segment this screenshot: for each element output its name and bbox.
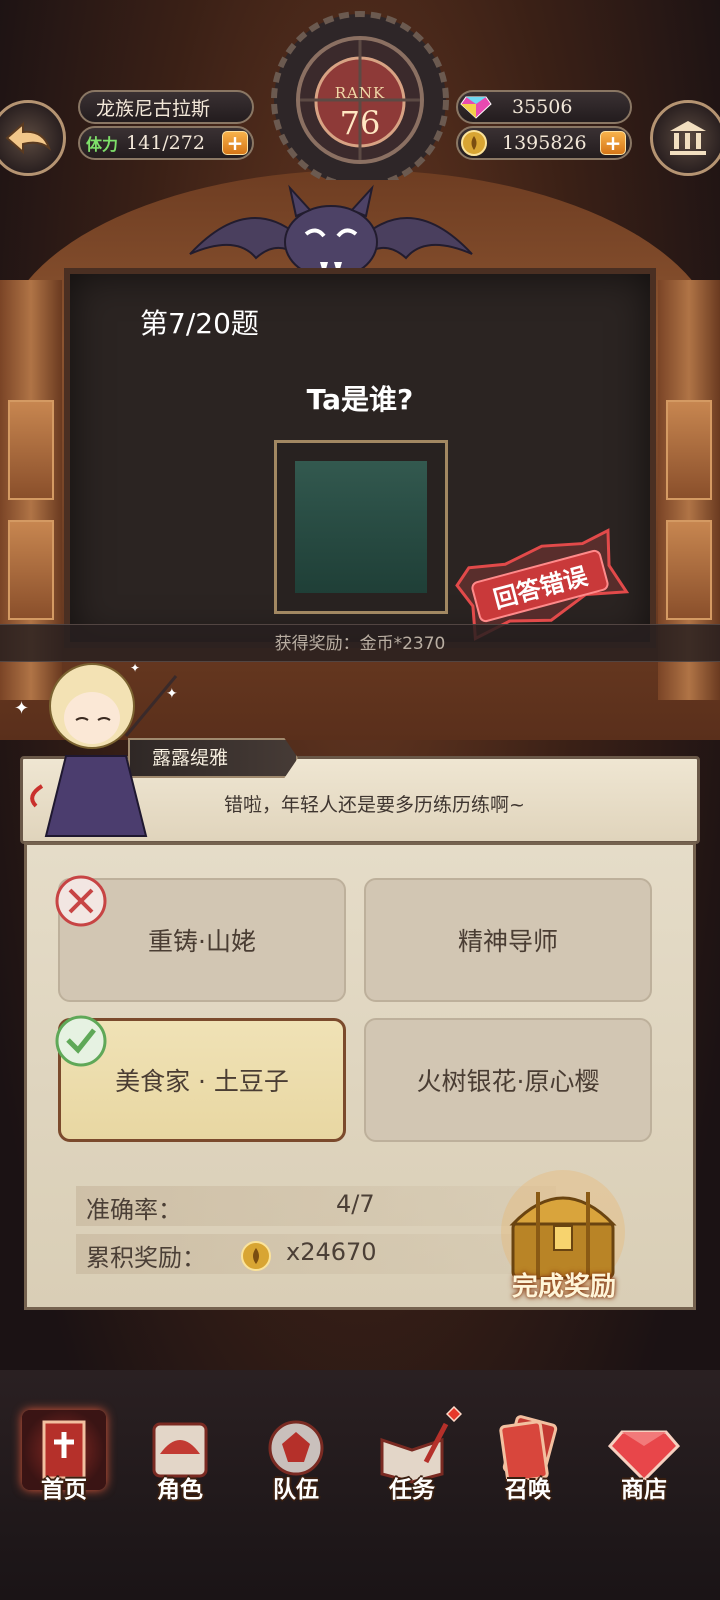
- answer-option-label: 美食家 · 土豆子: [115, 1067, 289, 1096]
- accuracy-value: 4/7: [336, 1190, 375, 1218]
- gems-value: 35506: [512, 96, 573, 118]
- notification-badge-icon: [446, 1406, 462, 1422]
- cumulative-reward-value: x24670: [286, 1238, 377, 1266]
- answer-option-label: 火树银花·原心樱: [416, 1067, 600, 1096]
- gold-value: 1395826: [502, 132, 587, 154]
- nav-label: 角色: [157, 1477, 203, 1503]
- completion-reward-label: 完成奖励: [511, 1272, 616, 1302]
- npc-character-portrait: ✦ ✦ ✦: [14, 661, 178, 837]
- answer-option-4[interactable]: 火树银花·原心樱: [364, 1018, 652, 1142]
- gem-icon: [460, 96, 492, 119]
- nav-summon[interactable]: 召唤: [482, 1410, 574, 1503]
- question-text: Ta是谁?: [306, 383, 414, 416]
- question-number: 第7/20题: [140, 307, 259, 340]
- answer-option-label: 精神导师: [457, 927, 558, 956]
- museum-icon: [670, 121, 706, 155]
- nav-team[interactable]: 队伍: [250, 1410, 342, 1503]
- correct-mark-icon: [55, 1015, 107, 1067]
- gold-coin-icon: [461, 130, 487, 156]
- nav-quest[interactable]: 任务: [366, 1406, 462, 1503]
- cumulative-reward-label: 累积奖励：: [86, 1244, 206, 1272]
- dialog-text: 错啦，年轻人还是要多历练历练啊~: [224, 794, 525, 816]
- gold-plate: 1395826 +: [456, 126, 632, 160]
- add-gold-button[interactable]: +: [600, 131, 626, 155]
- answer-option-2[interactable]: 精神导师: [364, 878, 652, 1002]
- pillar-panel: [8, 520, 54, 620]
- character-portrait-frame: [274, 440, 448, 614]
- gems-plate: 35506: [456, 90, 632, 124]
- nav-home[interactable]: 首页: [18, 1410, 110, 1503]
- wrong-mark-icon: [55, 875, 107, 927]
- svg-text:✦: ✦: [166, 686, 178, 702]
- gold-coin-icon: [241, 1241, 271, 1271]
- character-silhouette-image: [295, 461, 427, 593]
- nav-label: 召唤: [505, 1477, 551, 1503]
- accuracy-label: 准确率：: [86, 1196, 182, 1224]
- nav-label: 商店: [621, 1477, 667, 1503]
- museum-button[interactable]: [650, 100, 720, 176]
- nav-character[interactable]: 角色: [134, 1410, 226, 1503]
- answer-option-label: 重铸·山姥: [148, 927, 256, 956]
- svg-text:✦: ✦: [130, 661, 140, 675]
- nav-label: 任务: [389, 1477, 435, 1503]
- nav-label: 队伍: [273, 1477, 319, 1503]
- pillar-panel: [666, 520, 712, 620]
- nav-shop[interactable]: 商店: [598, 1410, 690, 1503]
- svg-text:✦: ✦: [14, 698, 29, 719]
- nav-label: 首页: [41, 1477, 87, 1503]
